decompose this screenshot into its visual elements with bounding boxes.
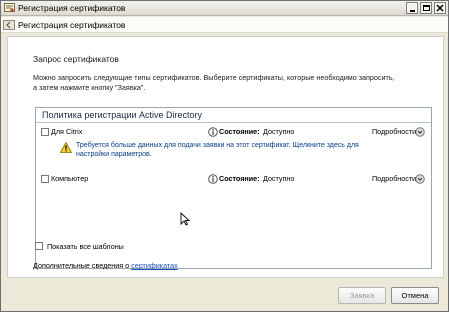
- close-icon: [436, 4, 444, 12]
- close-button[interactable]: [434, 2, 446, 14]
- warning-line-1: Требуется больше данных для подачи заявк…: [76, 142, 359, 149]
- back-arrow-icon[interactable]: [3, 20, 15, 30]
- info-icon: [208, 174, 218, 184]
- section-title: Запрос сертификатов: [33, 54, 119, 64]
- computer-checkbox[interactable]: [41, 175, 49, 183]
- show-all-label: Показать все шаблоны: [47, 242, 124, 251]
- certificate-row-computer: Компьютер Состояние: Доступно Подробност…: [41, 174, 431, 186]
- wizard-header: Регистрация сертификатов: [1, 17, 448, 33]
- details-link[interactable]: Подробности: [372, 174, 416, 183]
- warning-icon: [60, 142, 72, 153]
- expand-details-icon[interactable]: [415, 174, 425, 184]
- more-info: Дополнительные сведения о сертификатах: [33, 261, 178, 270]
- certificate-app-icon: [4, 3, 15, 12]
- enroll-button[interactable]: Заявка: [338, 287, 386, 304]
- details-link[interactable]: Подробности: [372, 127, 416, 136]
- status-label: Состояние:: [219, 174, 260, 183]
- certificate-enrollment-window: Регистрация сертификатов Регистрация сер…: [0, 0, 449, 312]
- status-label: Состояние:: [219, 127, 260, 136]
- minimize-icon: [410, 10, 415, 12]
- maximize-button[interactable]: [420, 2, 432, 14]
- show-all-checkbox[interactable]: [35, 242, 43, 250]
- title-bar[interactable]: Регистрация сертификатов: [1, 1, 448, 16]
- show-all-templates[interactable]: Показать все шаблоны: [35, 242, 235, 252]
- info-icon: [208, 127, 218, 137]
- certificate-name: Компьютер: [51, 174, 89, 183]
- intro-text: Можно запросить следующие типы сертифика…: [33, 73, 433, 93]
- intro-line-1: Можно запросить следующие типы сертифика…: [33, 73, 395, 82]
- intro-line-2: а затем нажмите кнопку "Заявка".: [33, 83, 146, 92]
- maximize-icon: [423, 5, 430, 11]
- policy-title: Политика регистрации Active Directory: [42, 110, 203, 120]
- citrix-checkbox[interactable]: [41, 128, 49, 136]
- minimize-button[interactable]: [406, 2, 418, 14]
- mouse-cursor-icon: [180, 212, 190, 226]
- policy-divider: [36, 122, 431, 123]
- more-info-text: Дополнительные сведения о: [33, 261, 132, 270]
- status-value: Доступно: [263, 174, 295, 183]
- status-value: Доступно: [263, 127, 295, 136]
- certificates-link[interactable]: сертификатах: [131, 261, 178, 270]
- warning-text[interactable]: Требуется больше данных для подачи заявк…: [76, 141, 421, 159]
- wizard-title: Регистрация сертификатов: [18, 20, 126, 30]
- window-title: Регистрация сертификатов: [18, 3, 126, 13]
- expand-details-icon[interactable]: [415, 127, 425, 137]
- certificate-name: Для Citrix: [51, 127, 83, 136]
- content-panel: Запрос сертификатов Можно запросить след…: [7, 36, 444, 278]
- certificate-row-citrix: Для Citrix Состояние: Доступно Подробнос…: [41, 127, 431, 139]
- cancel-button[interactable]: Отмена: [391, 287, 439, 304]
- dialog-footer: Заявка Отмена: [1, 280, 448, 311]
- warning-line-2: настройки параметров.: [76, 151, 152, 158]
